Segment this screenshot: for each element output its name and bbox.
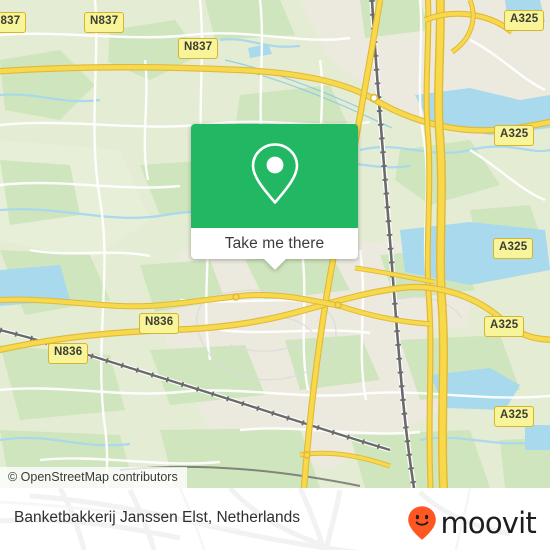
- road-shield-n837-3: N837: [178, 38, 219, 59]
- road-shield-a325-1: A325: [504, 10, 545, 31]
- map-pin-icon: [249, 142, 301, 211]
- road-shield-a325-2: A325: [494, 125, 535, 146]
- road-shield-n836-1: N836: [139, 313, 180, 334]
- popup-pointer-tail: [263, 259, 286, 270]
- road-shield-a325-5: A325: [494, 406, 535, 427]
- road-shield-a325-3: A325: [493, 238, 534, 259]
- map-canvas[interactable]: N837 N837 N837 A325 A325 A325 A325 A325 …: [0, 0, 550, 488]
- location-popup-card[interactable]: Take me there: [191, 124, 358, 270]
- road-shield-n837-1: N837: [0, 12, 27, 33]
- footer-bar: Banketbakkerij Janssen Elst, Netherlands…: [0, 488, 550, 550]
- moovit-smiley-pin-icon: [407, 505, 437, 541]
- road-shield-n837-2: N837: [84, 12, 125, 33]
- moovit-map-screenshot: N837 N837 N837 A325 A325 A325 A325 A325 …: [0, 0, 550, 550]
- road-shield-n836-2: N836: [48, 343, 89, 364]
- map-attribution: © OpenStreetMap contributors: [0, 467, 187, 488]
- moovit-wordmark: moovit: [440, 505, 536, 540]
- moovit-logo[interactable]: moovit: [407, 505, 537, 541]
- popup-marker-panel: [191, 124, 358, 228]
- take-me-there-button[interactable]: Take me there: [191, 228, 358, 270]
- road-shield-a325-4: A325: [484, 316, 525, 337]
- place-name-label: Banketbakkerij Janssen Elst, Netherlands: [14, 509, 301, 526]
- take-me-there-label: Take me there: [224, 234, 325, 252]
